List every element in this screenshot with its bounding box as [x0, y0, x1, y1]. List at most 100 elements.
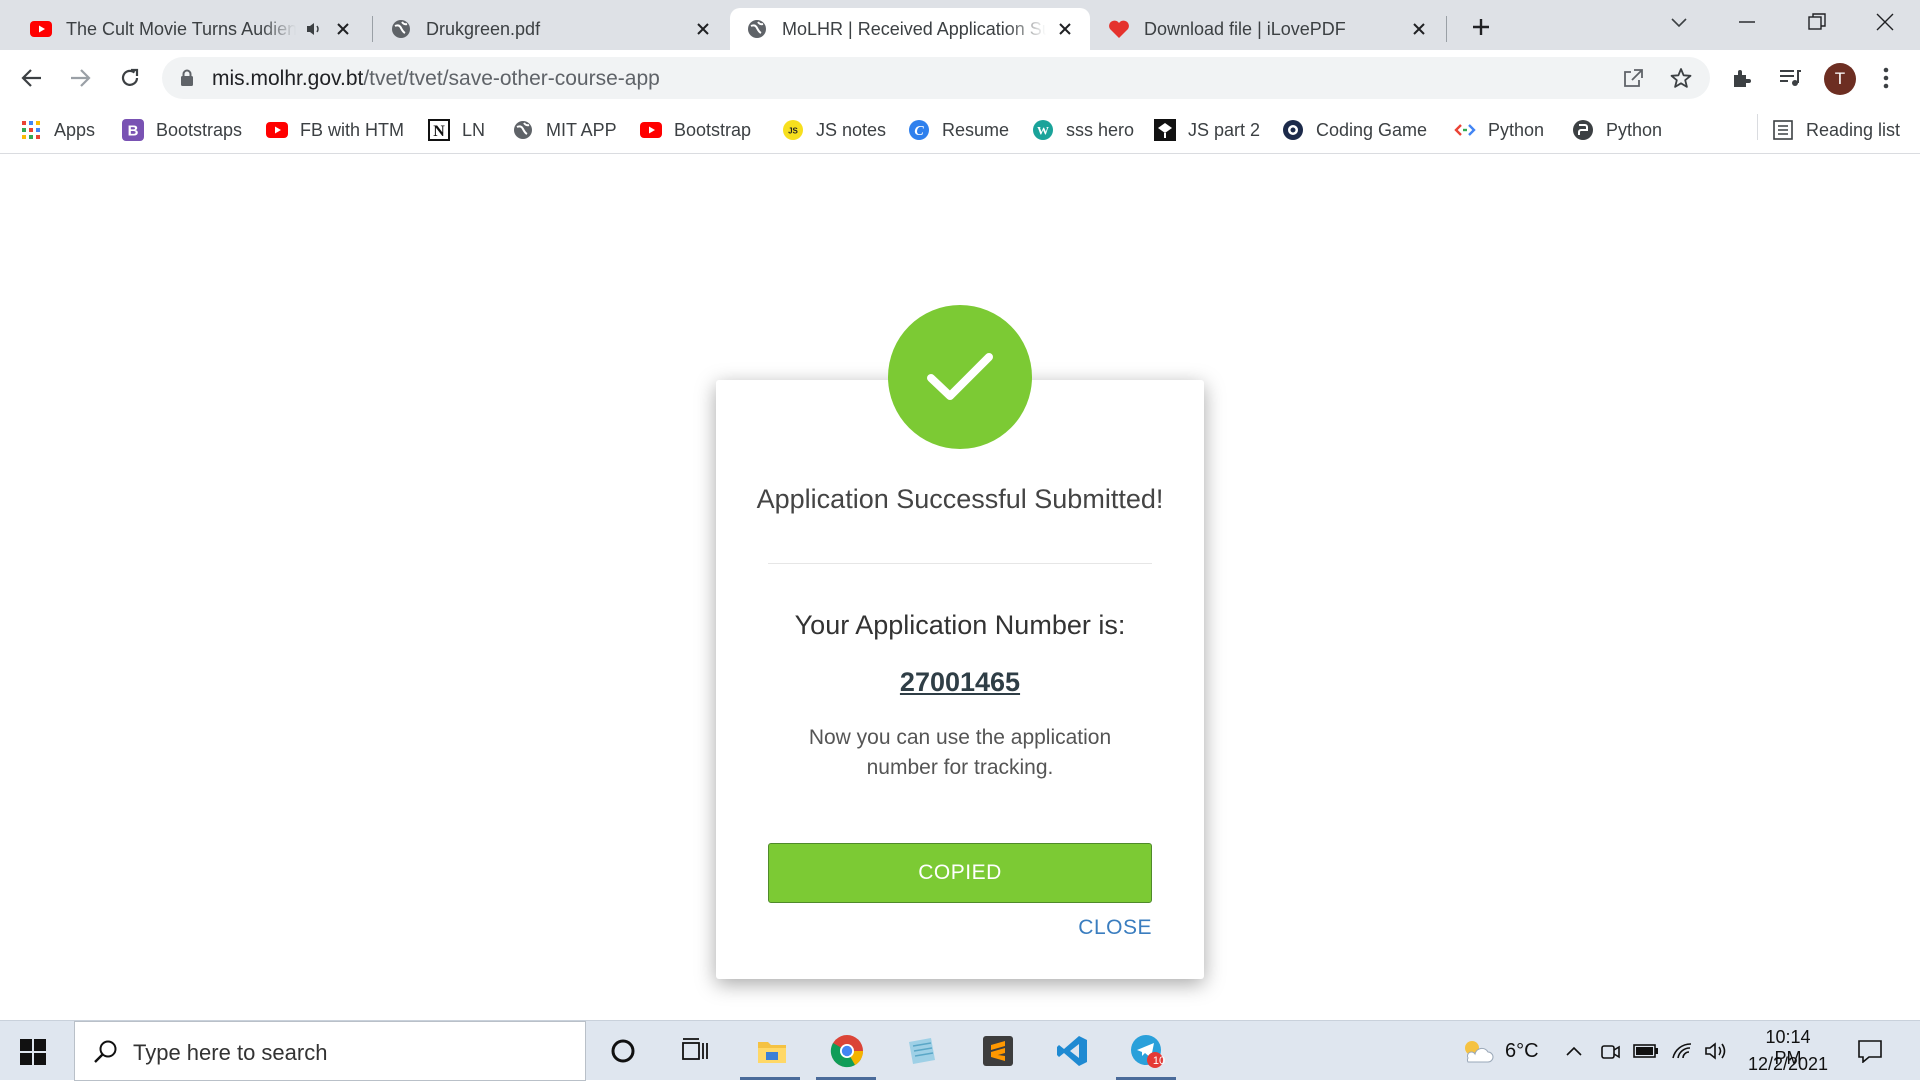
speaker-icon[interactable]: [304, 19, 324, 39]
media-control-icon[interactable]: [1776, 64, 1804, 92]
tab-separator: [1446, 16, 1447, 42]
bookmark-mit-app[interactable]: MIT APP: [512, 116, 617, 144]
python-icon: [1572, 119, 1594, 141]
tab-molhr-active[interactable]: MoLHR | Received Application Su: [730, 8, 1090, 50]
bookmark-js-notes[interactable]: JS JS notes: [782, 116, 886, 144]
bookmarks-bar: Apps B Bootstraps FB with HTM N LN MIT A…: [0, 106, 1920, 154]
bookmark-resume[interactable]: C Resume: [908, 116, 1009, 144]
globe-icon: [746, 18, 768, 40]
bookmark-label: Coding Game: [1316, 119, 1428, 140]
forward-button[interactable]: [62, 60, 98, 96]
windows-start-icon[interactable]: [20, 1039, 46, 1065]
svg-text:N: N: [433, 123, 445, 140]
telegram-badge: 10: [1152, 1055, 1166, 1067]
profile-avatar[interactable]: T: [1824, 63, 1856, 95]
bookmark-ln[interactable]: N LN: [428, 116, 485, 144]
reading-list-icon: [1772, 119, 1794, 141]
bookmark-fb-with-htm[interactable]: FB with HTM: [266, 116, 404, 144]
tab-search-chevron-icon[interactable]: [1644, 0, 1714, 44]
close-link[interactable]: CLOSE: [1078, 916, 1152, 940]
apps-grid-icon: [20, 119, 42, 141]
share-icon[interactable]: [1620, 65, 1646, 91]
close-tab-icon[interactable]: [1408, 18, 1430, 40]
tab-drukgreen-pdf[interactable]: Drukgreen.pdf: [374, 8, 728, 50]
close-tab-icon[interactable]: [332, 18, 354, 40]
notepad-icon[interactable]: [900, 1029, 944, 1073]
svg-text:B: B: [128, 123, 139, 140]
tab-strip: The Cult Movie Turns Audien Drukgreen.pd…: [0, 0, 1920, 50]
youtube-icon: [30, 18, 52, 40]
close-tab-icon[interactable]: [692, 18, 714, 40]
browser-toolbar: mis.molhr.gov.bt/tvet/tvet/save-other-co…: [0, 50, 1920, 106]
application-number[interactable]: 27001465: [716, 667, 1204, 698]
tab-ilovepdf[interactable]: Download file | iLovePDF: [1092, 8, 1444, 50]
svg-text:JS: JS: [788, 127, 798, 136]
telegram-icon[interactable]: 10: [1125, 1029, 1169, 1073]
clock-date[interactable]: 12/2/2021: [1746, 1054, 1830, 1075]
vscode-icon[interactable]: [1050, 1029, 1094, 1073]
success-check-icon: [888, 305, 1032, 449]
back-button[interactable]: [14, 60, 50, 96]
chrome-icon[interactable]: [825, 1029, 869, 1073]
close-tab-icon[interactable]: [1054, 18, 1076, 40]
bookmark-python-2[interactable]: Python: [1572, 116, 1662, 144]
bookmark-label: Apps: [54, 119, 96, 140]
reload-button[interactable]: [112, 60, 148, 96]
notifications-icon[interactable]: [1848, 1029, 1892, 1073]
svg-text:W: W: [1037, 124, 1049, 138]
tab-title: The Cult Movie Turns Audien: [66, 18, 296, 39]
bookmark-label: LN: [462, 119, 486, 140]
notion-icon: N: [428, 119, 450, 141]
cortana-icon[interactable]: [601, 1029, 645, 1073]
bookmark-bootstrap[interactable]: Bootstrap: [640, 116, 751, 144]
codingame-icon: [1282, 119, 1304, 141]
tab-title: Download file | iLovePDF: [1144, 18, 1346, 39]
svg-text:C: C: [914, 124, 924, 139]
application-number-label: Your Application Number is:: [794, 610, 1126, 640]
bookmark-label: Python: [1606, 119, 1663, 140]
sublime-icon[interactable]: [976, 1029, 1020, 1073]
menu-kebab-icon[interactable]: [1872, 64, 1900, 92]
extensions-puzzle-icon[interactable]: [1728, 64, 1756, 92]
bookmark-python-1[interactable]: Python: [1454, 116, 1544, 144]
tracking-note: Now you can use the application number f…: [808, 726, 1112, 779]
windows-taskbar: Type here to search 10 6°C 10:14 PM 12/2…: [0, 1020, 1920, 1081]
success-modal: Application Successful Submitted! Your A…: [716, 380, 1204, 979]
new-tab-button[interactable]: [1466, 12, 1496, 42]
bookmark-js-part-2[interactable]: JS part 2: [1154, 116, 1260, 144]
bootstrap-icon: B: [122, 119, 144, 141]
modal-title: Application Successful Submitted!: [756, 484, 1164, 514]
restore-window-icon[interactable]: [1782, 0, 1852, 44]
task-view-icon[interactable]: [673, 1029, 717, 1073]
bookmark-star-icon[interactable]: [1668, 65, 1694, 91]
bookmarks-separator: [1757, 114, 1758, 140]
bookmark-sss-hero[interactable]: W sss hero: [1032, 116, 1134, 144]
volume-icon[interactable]: [1694, 1029, 1738, 1073]
search-placeholder: Type here to search: [133, 1040, 328, 1065]
lock-icon[interactable]: [180, 69, 194, 87]
url-text[interactable]: mis.molhr.gov.bt/tvet/tvet/save-other-co…: [212, 67, 660, 91]
close-window-icon[interactable]: [1850, 0, 1920, 44]
reading-list-button[interactable]: Reading list: [1772, 116, 1900, 144]
minimize-window-icon[interactable]: [1712, 0, 1782, 44]
address-bar[interactable]: mis.molhr.gov.bt/tvet/tvet/save-other-co…: [162, 57, 1710, 99]
youtube-icon: [266, 119, 288, 141]
partly-cloudy-icon[interactable]: [1455, 1029, 1499, 1073]
wordpress-icon: W: [1032, 119, 1054, 141]
tab-youtube-video[interactable]: The Cult Movie Turns Audien: [14, 8, 374, 50]
taskbar-search-box[interactable]: Type here to search: [74, 1021, 586, 1081]
bookmark-coding-game[interactable]: Coding Game: [1282, 116, 1427, 144]
bookmark-apps[interactable]: Apps: [20, 116, 95, 144]
tab-separator: [372, 16, 373, 42]
bookmark-label: Bootstraps: [156, 119, 243, 140]
copied-button[interactable]: COPIED: [768, 843, 1152, 903]
bookmark-label: Bootstrap: [674, 119, 752, 140]
file-explorer-icon[interactable]: [750, 1029, 794, 1073]
bookmark-label: MIT APP: [546, 119, 617, 140]
temperature[interactable]: 6°C: [1505, 1040, 1539, 1063]
heart-icon: [1108, 18, 1130, 40]
globe-icon: [390, 18, 412, 40]
bookmark-bootstraps[interactable]: B Bootstraps: [122, 116, 242, 144]
codepen-icon: [1154, 119, 1176, 141]
bookmark-label: sss hero: [1066, 119, 1135, 140]
